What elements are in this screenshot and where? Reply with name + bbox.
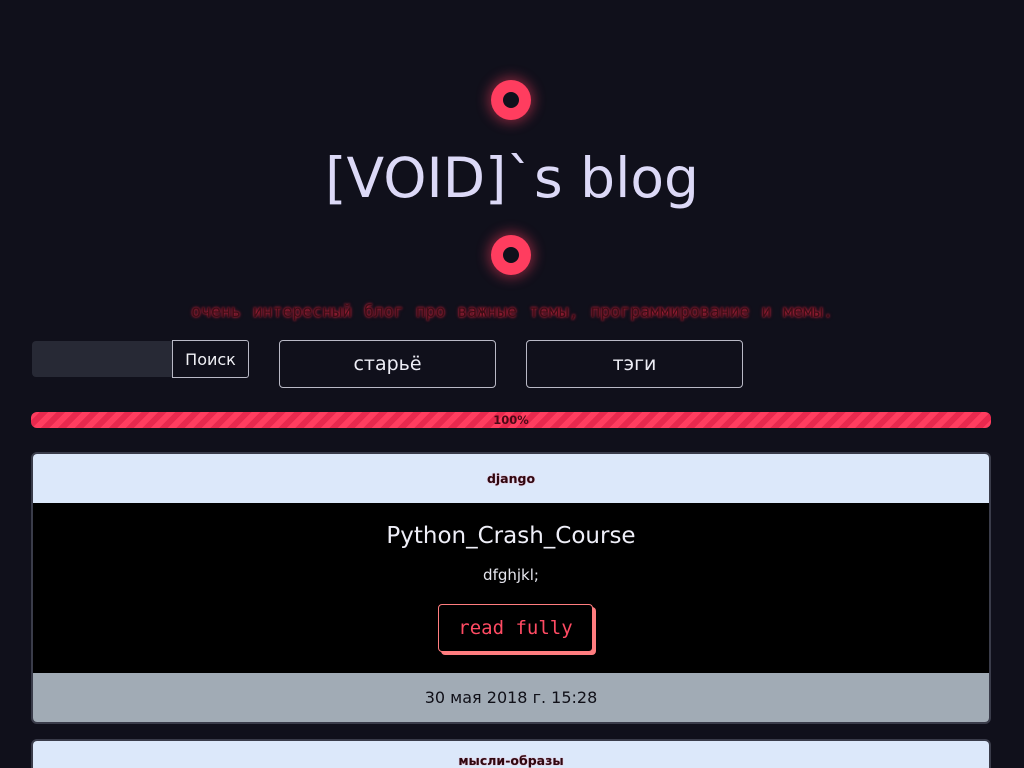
post-body: Python_Crash_Course dfghjkl; read fully bbox=[33, 503, 989, 673]
progress-label: 100% bbox=[493, 413, 529, 427]
page: [VOID]`s blog очень интересный блог про … bbox=[0, 0, 1024, 768]
read-fully-button[interactable]: read fully bbox=[438, 604, 593, 652]
search-input[interactable] bbox=[32, 341, 172, 377]
progress-bar: 100% bbox=[31, 412, 991, 428]
post-date: 30 мая 2018 г. 15:28 bbox=[33, 673, 989, 722]
search-button[interactable]: Поиск bbox=[172, 340, 249, 378]
post-tag[interactable]: django bbox=[33, 454, 989, 503]
site-title: [VOID]`s blog bbox=[325, 146, 699, 210]
post-tag[interactable]: мысли-образы bbox=[33, 741, 989, 768]
old-posts-button[interactable]: старьё bbox=[279, 340, 496, 388]
record-dot-icon bbox=[491, 235, 531, 275]
post-card: django Python_Crash_Course dfghjkl; read… bbox=[31, 452, 991, 724]
post-title: Python_Crash_Course bbox=[386, 523, 636, 549]
post-card: мысли-образы bbox=[31, 739, 991, 768]
record-dot-icon bbox=[491, 80, 531, 120]
tags-button[interactable]: тэги bbox=[526, 340, 743, 388]
post-excerpt: dfghjkl; bbox=[483, 566, 539, 584]
site-tagline: очень интересный блог про важные темы, п… bbox=[191, 302, 833, 321]
